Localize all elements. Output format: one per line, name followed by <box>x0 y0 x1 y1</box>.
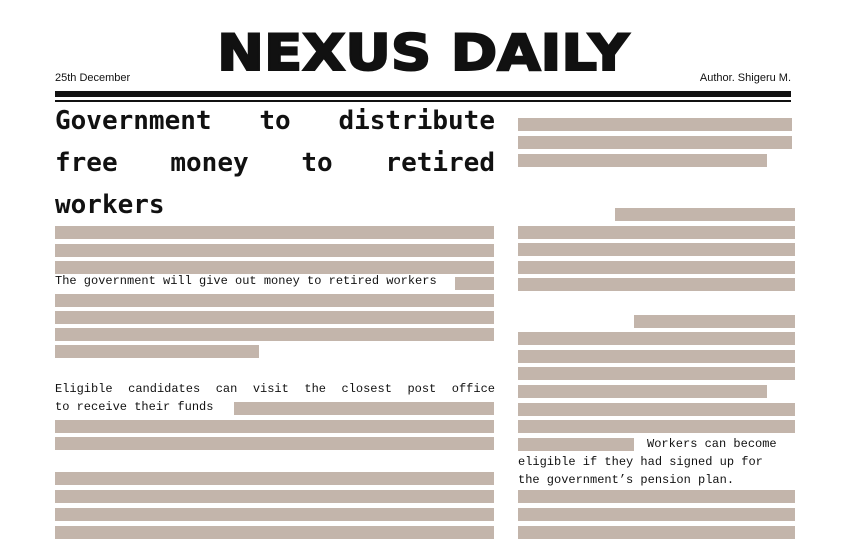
placeholder-bar <box>55 526 494 539</box>
placeholder-bar <box>55 311 494 324</box>
workers-text-line3: the government’s pension plan. <box>518 473 735 487</box>
eligible-text-line2: to receive their funds <box>55 400 214 414</box>
workers-text-line2: eligible if they had signed up for <box>518 455 763 469</box>
placeholder-bar <box>615 208 795 221</box>
placeholder-bar <box>634 315 795 328</box>
placeholder-bar <box>518 367 795 380</box>
placeholder-bar <box>55 345 259 358</box>
placeholder-bar <box>234 402 494 415</box>
placeholder-bar <box>55 437 494 450</box>
placeholder-bar <box>55 508 494 521</box>
placeholder-bar <box>55 261 494 274</box>
placeholder-bar <box>518 526 795 539</box>
placeholder-bar <box>518 278 795 291</box>
eligible-text-line1: Eligible candidates can visit the closes… <box>55 382 495 396</box>
placeholder-bar <box>518 118 792 131</box>
placeholder-bar <box>518 136 792 149</box>
placeholder-bar <box>55 226 494 239</box>
author-credit: Author. Shigeru M. <box>699 72 791 84</box>
lead-text: The government will give out money to re… <box>55 274 437 288</box>
placeholder-bar <box>518 438 634 451</box>
placeholder-bar <box>518 403 795 416</box>
placeholder-bar <box>55 490 494 503</box>
placeholder-bar <box>518 154 767 167</box>
workers-text-line1: Workers can become <box>647 437 777 451</box>
placeholder-bar <box>518 490 795 503</box>
placeholder-bar <box>518 261 795 274</box>
placeholder-bar <box>518 350 795 363</box>
placeholder-bar <box>518 385 767 398</box>
placeholder-bar <box>55 294 494 307</box>
placeholder-bar <box>518 243 795 256</box>
placeholder-bar <box>55 328 494 341</box>
placeholder-bar <box>55 472 494 485</box>
placeholder-bar <box>518 420 795 433</box>
article-headline: Government to distribute free money to r… <box>55 106 495 220</box>
placeholder-bar <box>455 277 494 290</box>
placeholder-bar <box>55 420 494 433</box>
placeholder-bar <box>518 332 795 345</box>
placeholder-bar <box>518 508 795 521</box>
issue-date: 25th December <box>55 72 131 84</box>
masthead-rule-thick <box>55 91 791 97</box>
placeholder-bar <box>518 226 795 239</box>
placeholder-bar <box>55 244 494 257</box>
